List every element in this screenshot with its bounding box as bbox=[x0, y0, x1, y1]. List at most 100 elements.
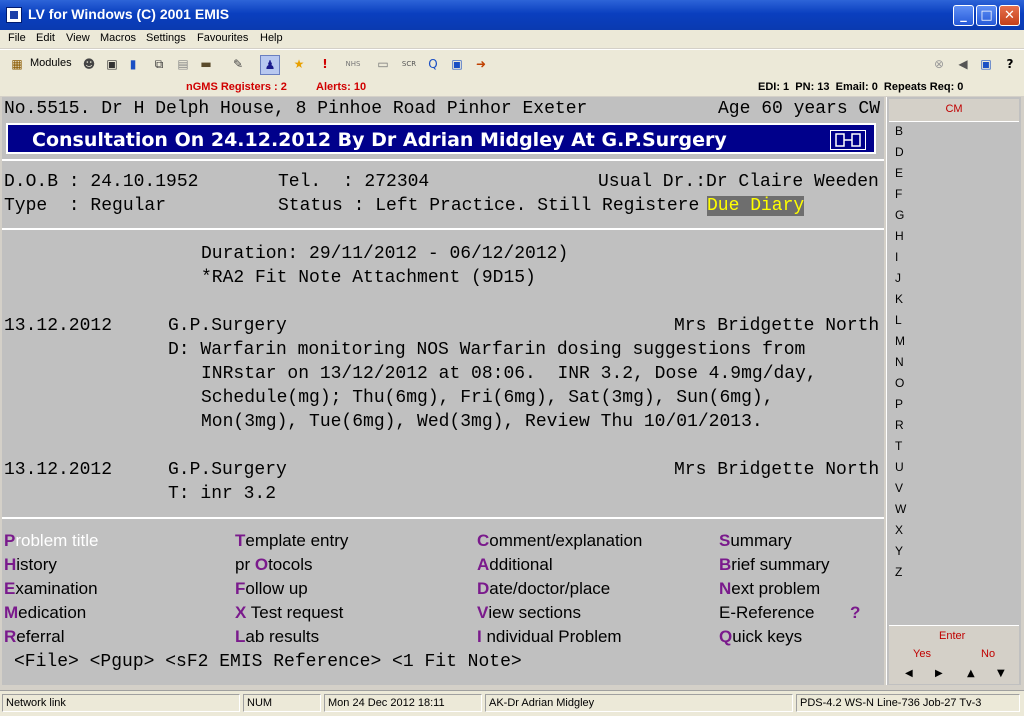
tools-icon[interactable]: ✎ bbox=[229, 55, 247, 73]
option-follow-up[interactable]: Follow up bbox=[235, 579, 308, 599]
letter-index-l[interactable]: L bbox=[895, 313, 902, 327]
ngms-registers[interactable]: nGMS Registers : 2 bbox=[186, 81, 287, 93]
copy-icon[interactable]: ⧉ bbox=[150, 55, 168, 73]
menu-settings[interactable]: Settings bbox=[146, 32, 186, 44]
letter-index-w[interactable]: W bbox=[895, 502, 906, 516]
letter-index-z[interactable]: Z bbox=[895, 565, 902, 579]
letter-index-g[interactable]: G bbox=[895, 208, 904, 222]
right-arrow-icon[interactable]: ▶ bbox=[935, 668, 943, 679]
letter-index-p[interactable]: P bbox=[895, 397, 903, 411]
letter-index-m[interactable]: M bbox=[895, 334, 905, 348]
letter-index-o[interactable]: O bbox=[895, 376, 904, 390]
option-e-reference[interactable]: E-Reference bbox=[719, 603, 814, 623]
card-icon[interactable]: ▭ bbox=[374, 55, 392, 73]
help-icon[interactable]: ? bbox=[850, 603, 860, 623]
up-arrow-icon[interactable]: ▲ bbox=[967, 668, 975, 679]
option-referral[interactable]: Referral bbox=[4, 627, 64, 647]
due-diary-button[interactable]: Due Diary bbox=[707, 196, 805, 216]
option-problem-title[interactable]: Problem title bbox=[4, 531, 98, 551]
yes-button[interactable]: Yes bbox=[913, 648, 931, 660]
option-comment[interactable]: Comment/explanation bbox=[477, 531, 642, 551]
letter-index-u[interactable]: U bbox=[895, 460, 904, 474]
cancel-icon[interactable]: ⊗ bbox=[930, 55, 948, 73]
option-label: rief summary bbox=[731, 555, 830, 574]
option-test-request[interactable]: X Test request bbox=[235, 603, 343, 623]
menu-edit[interactable]: Edit bbox=[36, 32, 55, 44]
entry-text[interactable]: Mon(3mg), Tue(6mg), Wed(3mg), Review Thu… bbox=[201, 412, 763, 432]
computer-icon[interactable]: ▣ bbox=[448, 55, 466, 73]
cm-header[interactable]: CM bbox=[889, 99, 1019, 122]
letter-index-n[interactable]: N bbox=[895, 355, 904, 369]
entry-fit-note[interactable]: *RA2 Fit Note Attachment (9D15) bbox=[201, 268, 536, 288]
briefcase-icon[interactable]: ▬ bbox=[197, 55, 215, 73]
letter-index-v[interactable]: V bbox=[895, 481, 903, 495]
star-icon[interactable]: ★ bbox=[290, 55, 308, 73]
alerts-count[interactable]: Alerts: 10 bbox=[316, 81, 366, 93]
entry-text[interactable]: Schedule(mg); Thu(6mg), Fri(6mg), Sat(3m… bbox=[201, 388, 774, 408]
letter-index-x[interactable]: X bbox=[895, 523, 903, 537]
no-button[interactable]: No bbox=[981, 648, 995, 660]
letter-index-k[interactable]: K bbox=[895, 292, 903, 306]
arrow-icon[interactable]: ➜ bbox=[472, 55, 490, 73]
users-icon[interactable]: ☻ bbox=[80, 55, 98, 73]
option-additional[interactable]: Additional bbox=[477, 555, 553, 575]
menu-view[interactable]: View bbox=[66, 32, 90, 44]
consultation-icon[interactable] bbox=[830, 130, 866, 150]
option-quick-keys[interactable]: Quick keys bbox=[719, 627, 802, 647]
entry-date[interactable]: 13.12.2012 bbox=[4, 460, 112, 480]
option-view-sections[interactable]: View sections bbox=[477, 603, 581, 623]
search-icon[interactable]: Q bbox=[424, 55, 442, 73]
option-examination[interactable]: Examination bbox=[4, 579, 98, 599]
letter-index-d[interactable]: D bbox=[895, 145, 904, 159]
app-icon[interactable] bbox=[6, 7, 22, 23]
letter-index-h[interactable]: H bbox=[895, 229, 904, 243]
entry-text[interactable]: T: inr 3.2 bbox=[168, 484, 276, 504]
function-keys[interactable]: <File> <Pgup> <sF2 EMIS Reference> <1 Fi… bbox=[14, 652, 522, 672]
minimize-button[interactable]: _ bbox=[953, 5, 974, 26]
option-date-doctor-place[interactable]: Date/doctor/place bbox=[477, 579, 610, 599]
menu-help[interactable]: Help bbox=[260, 32, 283, 44]
nhs-icon[interactable]: NHS bbox=[344, 55, 362, 73]
option-template-entry[interactable]: Template entry bbox=[235, 531, 348, 551]
paste-icon[interactable]: ▤ bbox=[174, 55, 192, 73]
down-arrow-icon[interactable]: ▼ bbox=[997, 668, 1005, 679]
flask-icon[interactable]: ♟ bbox=[260, 55, 280, 75]
modules-button[interactable]: Modules bbox=[30, 57, 72, 69]
option-summary[interactable]: Summary bbox=[719, 531, 792, 551]
letter-index-j[interactable]: J bbox=[895, 271, 901, 285]
letter-index-t[interactable]: T bbox=[895, 439, 902, 453]
title-bar[interactable]: LV for Windows (C) 2001 EMIS _ □ ✕ bbox=[0, 0, 1024, 30]
option-medication[interactable]: Medication bbox=[4, 603, 86, 623]
menu-macros[interactable]: Macros bbox=[100, 32, 136, 44]
letter-index-f[interactable]: F bbox=[895, 187, 902, 201]
entry-duration[interactable]: Duration: 29/11/2012 - 06/12/2012) bbox=[201, 244, 568, 264]
help-icon[interactable]: ? bbox=[1001, 55, 1019, 73]
entry-text[interactable]: D: Warfarin monitoring NOS Warfarin dosi… bbox=[168, 340, 805, 360]
entry-text[interactable]: INRstar on 13/12/2012 at 08:06. INR 3.2,… bbox=[201, 364, 817, 384]
letter-index-y[interactable]: Y bbox=[895, 544, 903, 558]
letter-index-i[interactable]: I bbox=[895, 250, 898, 264]
option-history[interactable]: History bbox=[4, 555, 57, 575]
left-arrow-icon[interactable]: ◀ bbox=[905, 668, 913, 679]
maximize-button[interactable]: □ bbox=[976, 5, 997, 26]
close-button[interactable]: ✕ bbox=[999, 5, 1020, 26]
option-next-problem[interactable]: Next problem bbox=[719, 579, 820, 599]
option-lab-results[interactable]: Lab results bbox=[235, 627, 319, 647]
enter-button[interactable]: Enter bbox=[939, 630, 965, 642]
letter-index-e[interactable]: E bbox=[895, 166, 903, 180]
letter-index-b[interactable]: B bbox=[895, 124, 903, 138]
alert-icon[interactable]: ! bbox=[316, 55, 334, 73]
menu-favourites[interactable]: Favourites bbox=[197, 32, 248, 44]
entry-date[interactable]: 13.12.2012 bbox=[4, 316, 112, 336]
modules-icon[interactable]: ▦ bbox=[8, 55, 26, 73]
menu-file[interactable]: File bbox=[8, 32, 26, 44]
scr-icon[interactable]: SCR bbox=[400, 55, 418, 73]
book-icon[interactable]: ▣ bbox=[977, 55, 995, 73]
letter-index-r[interactable]: R bbox=[895, 418, 904, 432]
option-individual-problem[interactable]: I ndividual Problem bbox=[477, 627, 622, 647]
document-icon[interactable]: ▮ bbox=[124, 55, 142, 73]
option-brief-summary[interactable]: Brief summary bbox=[719, 555, 830, 575]
back-arrow-icon[interactable]: ◀ bbox=[954, 55, 972, 73]
option-protocols[interactable]: pr Otocols bbox=[235, 555, 313, 575]
lock-icon[interactable]: ▣ bbox=[103, 55, 121, 73]
